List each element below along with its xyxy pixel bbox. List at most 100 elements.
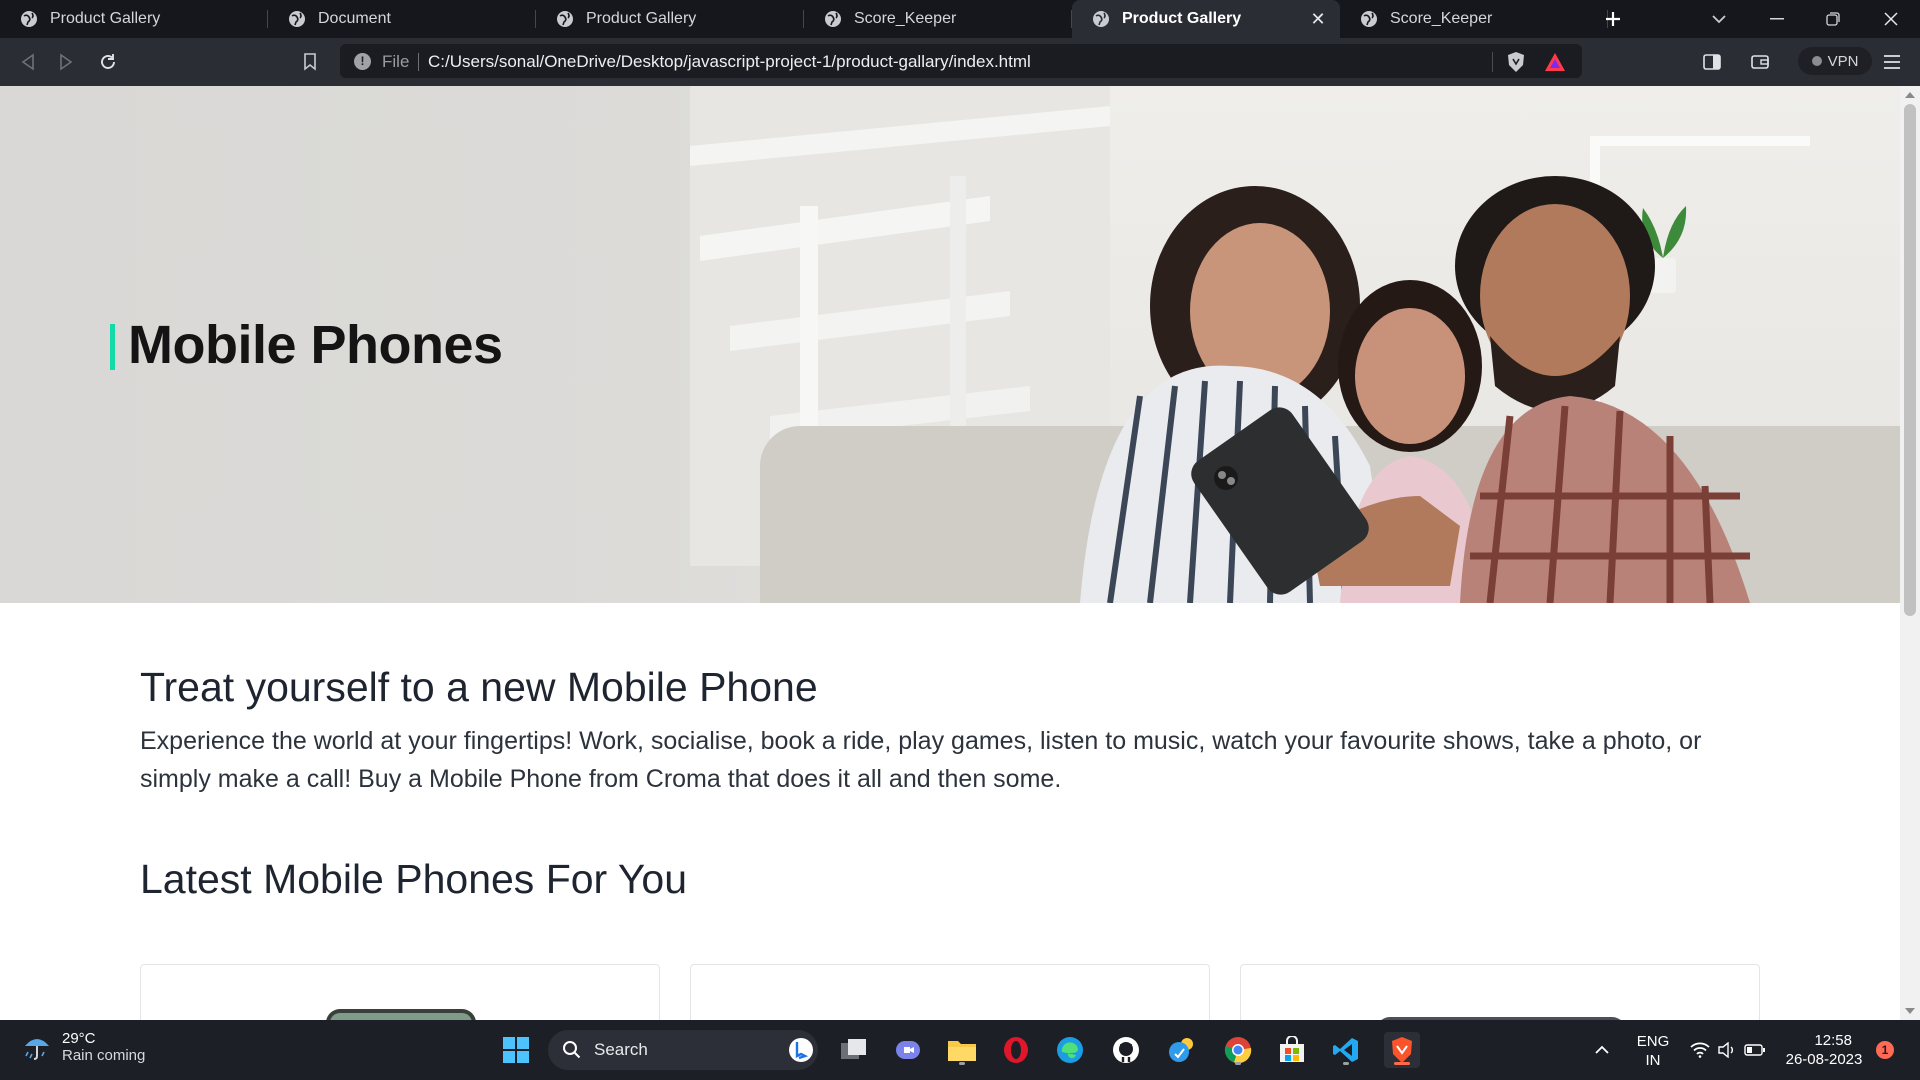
tab-title: Score_Keeper xyxy=(854,10,957,27)
bookmark-button[interactable] xyxy=(296,48,324,76)
browser-tab[interactable]: Product Gallery xyxy=(536,0,804,38)
wallet-button[interactable] xyxy=(1746,48,1774,76)
browser-tab[interactable]: Document xyxy=(268,0,536,38)
address-bar-divider xyxy=(1492,52,1493,72)
hero-title: Mobile Phones xyxy=(128,315,503,375)
product-card[interactable] xyxy=(690,964,1210,1020)
browser-tab[interactable]: Score_Keeper xyxy=(1340,0,1608,38)
opera-icon xyxy=(1004,1037,1028,1063)
start-button[interactable] xyxy=(498,1032,534,1068)
page-scrollbar[interactable] xyxy=(1900,86,1920,1020)
tab-title: Document xyxy=(318,10,391,27)
close-window-button[interactable] xyxy=(1868,0,1914,38)
windows-logo-icon xyxy=(503,1037,529,1063)
weather-widget[interactable]: 29°C Rain coming xyxy=(22,1030,145,1064)
notification-badge[interactable]: 1 xyxy=(1876,1041,1894,1059)
wifi-icon xyxy=(1690,1042,1710,1058)
hero-title-accent xyxy=(110,324,115,370)
page-viewport: Mobile Phones Treat yourself to a new Mo… xyxy=(0,86,1900,1020)
back-button[interactable] xyxy=(14,48,42,76)
url-separator xyxy=(418,53,419,71)
wallet-icon xyxy=(1751,55,1769,69)
brave-lion-icon xyxy=(1392,1037,1412,1063)
back-arrow-icon xyxy=(21,53,34,71)
address-bar[interactable]: ! File C:/Users/sonal/OneDrive/Desktop/j… xyxy=(340,44,1582,78)
search-label: Search xyxy=(594,1040,648,1059)
tab-strip: Product Gallery Document Product Gallery… xyxy=(0,0,1920,38)
browser-tab-active[interactable]: Product Gallery ✕ xyxy=(1072,0,1340,38)
intro-heading: Treat yourself to a new Mobile Phone xyxy=(140,664,818,710)
language-code: ENG xyxy=(1636,1033,1670,1050)
info-icon[interactable]: ! xyxy=(354,53,371,70)
battery-icon xyxy=(1744,1044,1765,1056)
vscode-button[interactable] xyxy=(1328,1032,1364,1068)
weather-app-button[interactable] xyxy=(1164,1032,1200,1068)
volume-icon xyxy=(1718,1042,1733,1058)
chrome-icon xyxy=(1224,1037,1252,1064)
restore-button[interactable] xyxy=(1810,0,1856,38)
reload-button[interactable] xyxy=(94,48,122,76)
browser-tab[interactable]: Score_Keeper xyxy=(804,0,1072,38)
brave-shields-icon[interactable] xyxy=(1506,51,1526,73)
product-card[interactable] xyxy=(1240,964,1760,1020)
brave-button[interactable] xyxy=(1384,1032,1420,1068)
teams-chat-button[interactable] xyxy=(890,1032,926,1068)
close-tab-icon[interactable]: ✕ xyxy=(1308,9,1328,29)
running-indicator xyxy=(1235,1062,1241,1065)
bing-chat-icon[interactable] xyxy=(788,1037,814,1063)
taskbar-search[interactable]: Search xyxy=(548,1030,818,1070)
vscode-icon xyxy=(1333,1038,1358,1062)
github-button[interactable] xyxy=(1108,1032,1144,1068)
tab-title: Product Gallery xyxy=(50,10,161,27)
quick-settings-button[interactable] xyxy=(1688,1032,1768,1068)
browser-tab[interactable]: Product Gallery xyxy=(0,0,268,38)
store-icon xyxy=(1280,1036,1304,1062)
language-indicator[interactable]: ENG IN xyxy=(1628,1032,1678,1070)
brave-rewards-icon[interactable] xyxy=(1544,52,1566,72)
clock-time: 12:58 xyxy=(1814,1032,1852,1049)
task-view-icon xyxy=(841,1039,866,1059)
edge-icon xyxy=(1057,1037,1083,1063)
active-indicator xyxy=(1394,1062,1410,1065)
show-hidden-icons-button[interactable] xyxy=(1584,1032,1620,1068)
product-image xyxy=(326,1009,476,1020)
globe-icon xyxy=(21,11,37,27)
hero-banner: Mobile Phones xyxy=(0,86,1900,603)
clock[interactable]: 12:58 26-08-2023 xyxy=(1782,1031,1866,1069)
scroll-up-arrow[interactable] xyxy=(1905,92,1915,98)
scroll-down-arrow[interactable] xyxy=(1905,1008,1915,1014)
file-explorer-button[interactable] xyxy=(944,1032,980,1068)
chevron-up-icon xyxy=(1595,1045,1609,1054)
intro-paragraph: Experience the world at your fingertips!… xyxy=(140,727,1702,793)
vpn-button[interactable]: VPN xyxy=(1798,47,1872,75)
windows-taskbar: 29°C Rain coming Search ENG IN 12:58 26-… xyxy=(0,1020,1920,1080)
running-indicator xyxy=(1343,1062,1349,1065)
sidebar-icon xyxy=(1703,54,1721,70)
forward-button[interactable] xyxy=(52,48,80,76)
scrollbar-thumb[interactable] xyxy=(1904,104,1916,616)
opera-button[interactable] xyxy=(998,1032,1034,1068)
new-tab-button[interactable] xyxy=(1590,0,1636,38)
url-text[interactable]: C:/Users/sonal/OneDrive/Desktop/javascri… xyxy=(428,52,1031,72)
globe-icon xyxy=(825,11,841,27)
hamburger-menu-icon xyxy=(1884,55,1900,69)
globe-icon xyxy=(1361,11,1377,27)
tab-title: Product Gallery xyxy=(586,10,697,27)
forward-arrow-icon xyxy=(60,53,73,71)
minimize-button[interactable] xyxy=(1754,0,1800,38)
product-card[interactable] xyxy=(140,964,660,1020)
restore-icon xyxy=(1826,12,1840,26)
tab-search-button[interactable] xyxy=(1696,0,1742,38)
edge-button[interactable] xyxy=(1052,1032,1088,1068)
reload-icon xyxy=(101,54,115,69)
video-chat-icon xyxy=(896,1041,920,1059)
sidebar-button[interactable] xyxy=(1698,48,1726,76)
chrome-button[interactable] xyxy=(1220,1032,1256,1068)
bookmark-icon xyxy=(304,53,316,71)
menu-button[interactable] xyxy=(1878,48,1906,76)
close-icon xyxy=(1884,12,1898,26)
plus-icon xyxy=(1606,12,1620,26)
ms-store-button[interactable] xyxy=(1274,1032,1310,1068)
globe-icon xyxy=(1093,11,1109,27)
task-view-button[interactable] xyxy=(836,1032,872,1068)
